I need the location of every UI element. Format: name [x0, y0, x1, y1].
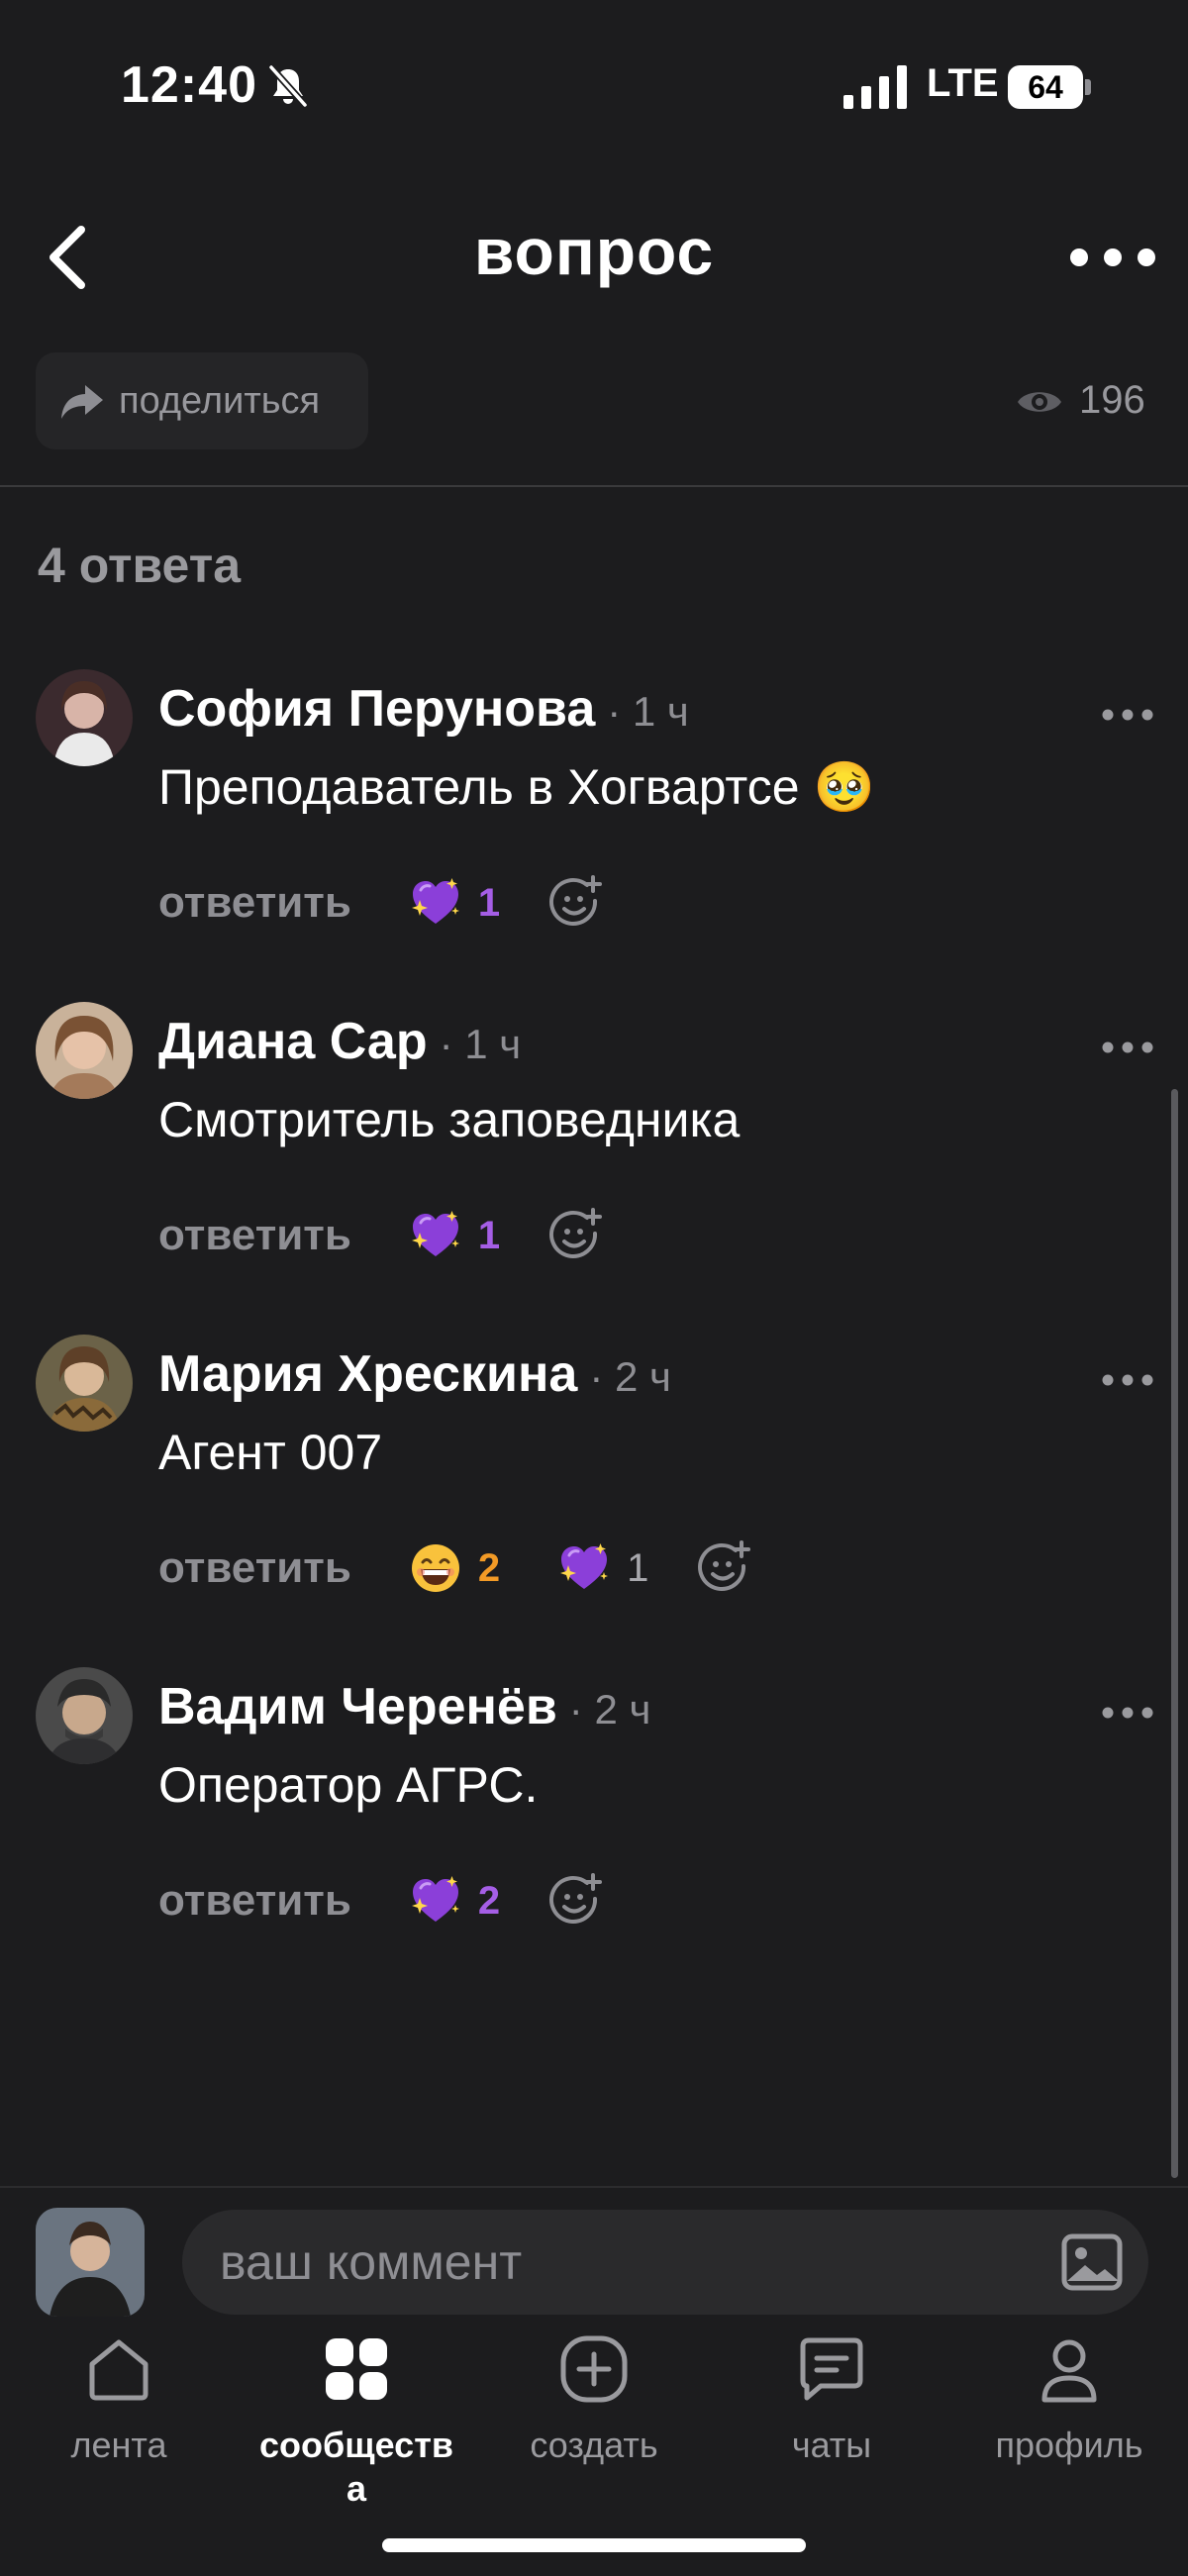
share-label: поделиться [119, 379, 321, 422]
share-arrow-icon [61, 385, 103, 419]
comment-item: Вадим Черенёв · 2 ч Оператор АГРС. ответи… [0, 1667, 1188, 1984]
comment-time: · 2 ч [568, 1686, 651, 1733]
comment-time: · 1 ч [439, 1021, 522, 1067]
purple-heart-sparkle-icon [409, 876, 462, 930]
reaction-heart[interactable]: 1 [409, 1209, 500, 1262]
add-reaction-icon[interactable] [547, 875, 603, 931]
page-title: вопрос [473, 215, 715, 288]
tab-feed[interactable]: лента [0, 2332, 238, 2467]
avatar[interactable] [36, 1002, 133, 1099]
battery-icon: 64 [1008, 65, 1091, 109]
share-button[interactable]: поделиться [36, 352, 368, 449]
comment-more-icon[interactable] [1101, 705, 1154, 725]
comment-header: София Перунова · 1 ч [158, 679, 689, 739]
add-reaction-icon[interactable] [547, 1208, 603, 1263]
comment-header: Вадим Черенёв · 2 ч [158, 1677, 650, 1736]
comment-text: Преподаватель в Хогвартсе 🥹 [158, 759, 875, 815]
comment-header: Мария Хрескина · 2 ч [158, 1344, 671, 1404]
chat-bubble-icon [800, 2337, 863, 2401]
comment-item: Диана Сар · 1 ч Смотритель заповедника от… [0, 1002, 1188, 1319]
tab-communities[interactable]: сообществ а [238, 2332, 475, 2511]
tab-label: чаты [791, 2425, 872, 2465]
comment-input[interactable] [182, 2210, 1148, 2315]
reaction-heart[interactable]: 2 [409, 1874, 500, 1928]
tab-label: лента [70, 2425, 167, 2465]
image-attach-icon[interactable] [1059, 2229, 1125, 2295]
reaction-grin[interactable]: 2 [409, 1541, 500, 1595]
author-name[interactable]: Диана Сар [158, 1013, 428, 1070]
comment-text: Агент 007 [158, 1425, 383, 1480]
reaction-count: 1 [477, 1213, 501, 1257]
comment-header: Диана Сар · 1 ч [158, 1012, 521, 1071]
plus-square-icon [560, 2335, 628, 2403]
author-name[interactable]: Вадим Черенёв [158, 1678, 557, 1735]
divider [0, 485, 1188, 487]
purple-heart-sparkle-icon [409, 1874, 462, 1928]
bell-slash-icon [268, 64, 308, 108]
comment-time: · 2 ч [589, 1353, 671, 1400]
home-indicator [382, 2538, 806, 2552]
tab-create[interactable]: создать [475, 2332, 713, 2467]
comment-more-icon[interactable] [1101, 1703, 1154, 1723]
comment-actions: ответить 1 [158, 873, 603, 933]
answers-count: 4 ответа [38, 538, 242, 593]
purple-heart-sparkle-icon [409, 1209, 462, 1262]
reaction-count: 1 [627, 1545, 649, 1590]
tab-profile[interactable]: профиль [950, 2332, 1188, 2467]
cellular-signal-icon [843, 65, 907, 109]
add-reaction-icon[interactable] [547, 1873, 603, 1929]
scrollbar[interactable] [1171, 1089, 1178, 2178]
add-reaction-icon[interactable] [696, 1540, 751, 1596]
reaction-count: 1 [477, 880, 501, 925]
reaction-count: 2 [477, 1878, 501, 1923]
divider [0, 2186, 1188, 2188]
reaction-heart[interactable]: 1 [409, 876, 500, 930]
home-icon [89, 2339, 148, 2401]
tab-label: создать [530, 2425, 658, 2465]
reaction-heart[interactable]: 1 [557, 1541, 648, 1595]
status-time: 12:40 [121, 56, 257, 114]
comment-actions: ответить 2 [158, 1871, 603, 1931]
views-count: 196 [1079, 378, 1145, 422]
avatar[interactable] [36, 1667, 133, 1764]
author-name[interactable]: София Перунова [158, 680, 595, 738]
comment-actions: ответить 1 [158, 1206, 603, 1265]
tab-chats[interactable]: чаты [713, 2332, 950, 2467]
reply-button[interactable]: ответить [158, 878, 351, 928]
reaction-count: 2 [477, 1545, 501, 1590]
tab-label: профиль [995, 2425, 1143, 2465]
avatar[interactable] [36, 669, 133, 766]
avatar[interactable] [36, 1335, 133, 1432]
reply-button[interactable]: ответить [158, 1876, 351, 1926]
battery-level: 64 [1028, 69, 1063, 105]
purple-heart-sparkle-icon [557, 1541, 611, 1595]
comment-text: Оператор АГРС. [158, 1757, 539, 1813]
comment-time: · 1 ч [607, 688, 689, 735]
comment-actions: ответить 2 1 [158, 1538, 751, 1598]
my-avatar[interactable] [36, 2208, 145, 2317]
comment-item: София Перунова · 1 ч Преподаватель в Хогв… [0, 669, 1188, 986]
comment-more-icon[interactable] [1101, 1370, 1154, 1390]
more-options-icon[interactable] [1067, 236, 1158, 279]
tab-label: сообществ а [259, 2425, 453, 2509]
author-name[interactable]: Мария Хрескина [158, 1345, 577, 1403]
comment-more-icon[interactable] [1101, 1038, 1154, 1057]
reply-button[interactable]: ответить [158, 1211, 351, 1260]
communities-grid-icon [326, 2338, 387, 2400]
comment-text: Смотритель заповедника [158, 1092, 741, 1147]
grinning-face-icon [409, 1541, 462, 1595]
eye-icon [1018, 392, 1061, 412]
network-type: LTE [927, 61, 999, 105]
comment-item: Мария Хрескина · 2 ч Агент 007 ответить 2… [0, 1335, 1188, 1651]
person-icon [1041, 2339, 1097, 2403]
reply-button[interactable]: ответить [158, 1543, 351, 1593]
